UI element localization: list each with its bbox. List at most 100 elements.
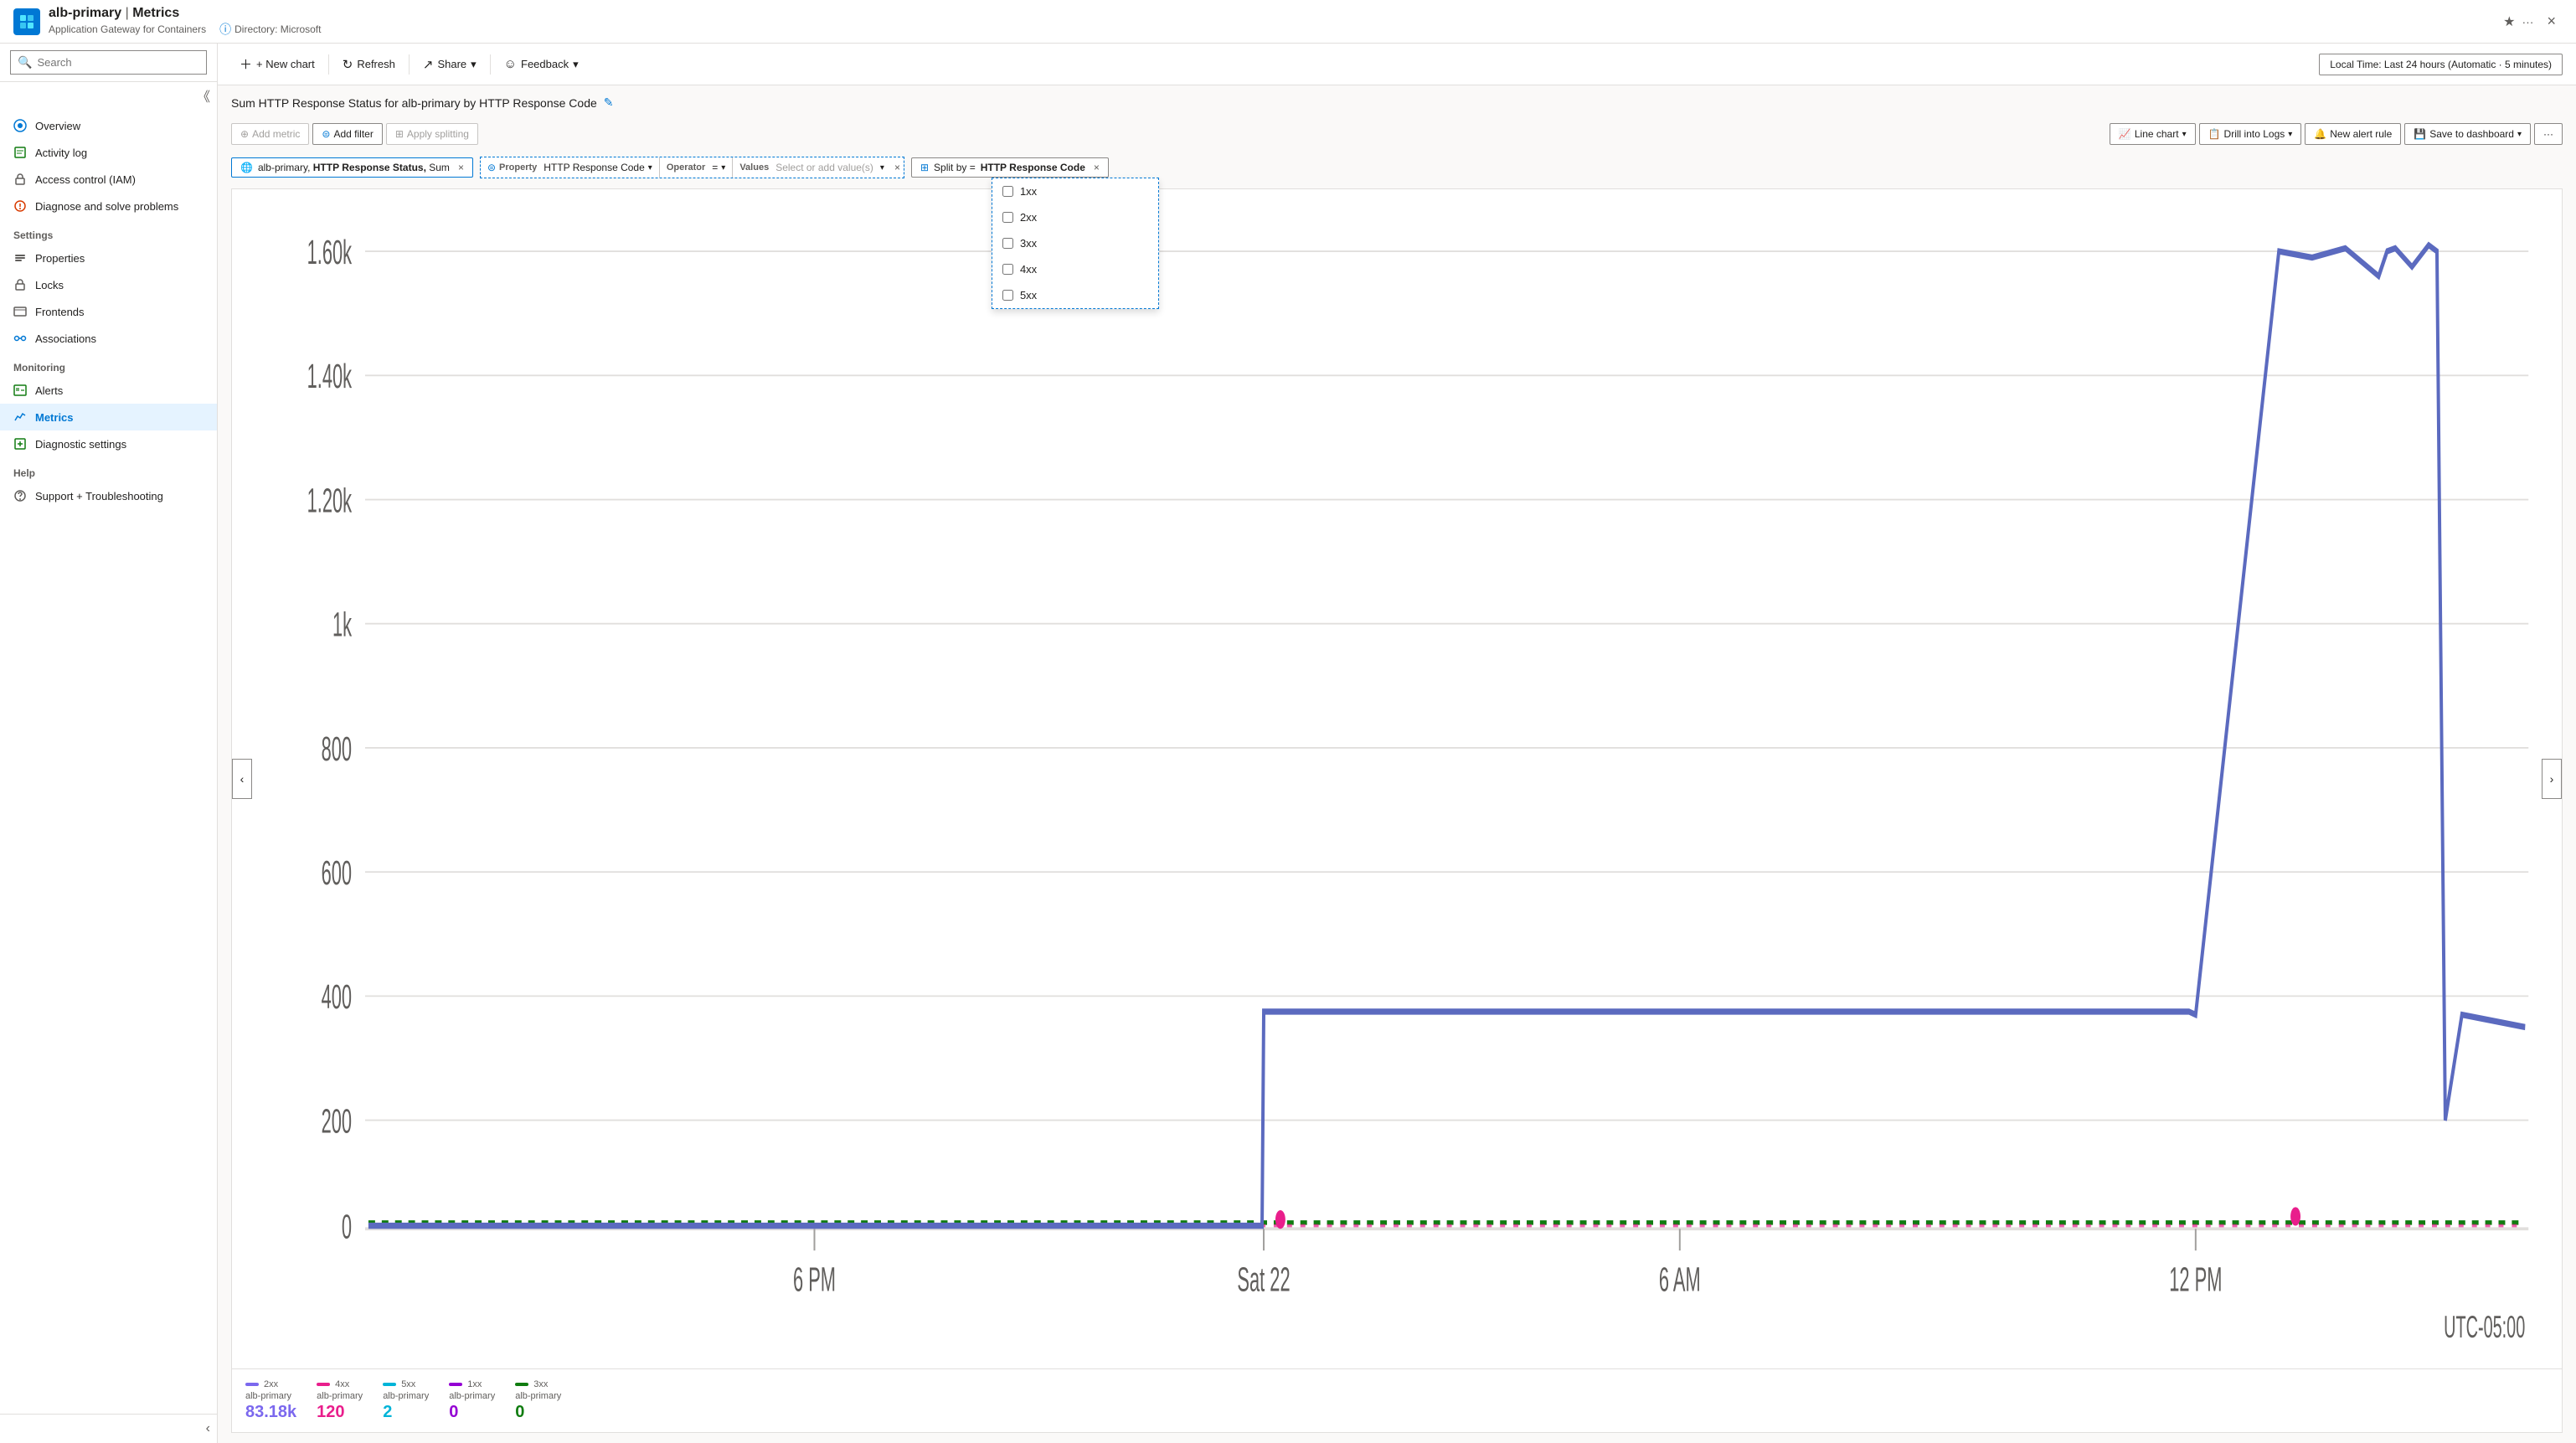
diagnostic-label: Diagnostic settings xyxy=(35,438,126,451)
svg-text:1k: 1k xyxy=(332,605,353,643)
filter-property-selector[interactable]: ⊜ Property HTTP Response Code ▾ xyxy=(481,157,660,178)
filter-values-selector[interactable]: Values Select or add value(s) ▾ xyxy=(733,157,891,178)
checkbox-4xx[interactable] xyxy=(1002,264,1013,275)
svg-text:0: 0 xyxy=(342,1207,352,1245)
sidebar-collapse-arrow[interactable]: ‹ xyxy=(206,1421,210,1436)
sidebar-item-diagnose[interactable]: Diagnose and solve problems xyxy=(0,193,217,219)
alerts-icon xyxy=(13,384,27,397)
alerts-label: Alerts xyxy=(35,384,63,397)
feedback-button[interactable]: ☺ Feedback ▾ xyxy=(496,52,587,76)
sidebar-item-support[interactable]: Support + Troubleshooting xyxy=(0,482,217,509)
chart-title-row: Sum HTTP Response Status for alb-primary… xyxy=(231,95,2563,110)
new-chart-button[interactable]: ＋ + New chart xyxy=(231,50,323,78)
metric-pill[interactable]: 🌐 alb-primary, HTTP Response Status, Sum… xyxy=(231,157,473,178)
values-dropdown: 1xx 2xx 3xx 4xx xyxy=(992,178,1159,309)
chart-wrapper: ‹ 1.60k 1 xyxy=(231,188,2563,1433)
chart-container: Sum HTTP Response Status for alb-primary… xyxy=(218,85,2576,1443)
dropdown-item-1xx[interactable]: 1xx xyxy=(992,178,1158,204)
edit-chart-title-icon[interactable]: ✎ xyxy=(604,95,614,110)
new-alert-rule-button[interactable]: 🔔 New alert rule xyxy=(2305,123,2401,145)
iam-icon xyxy=(13,173,27,186)
dropdown-item-2xx[interactable]: 2xx xyxy=(992,204,1158,230)
close-button[interactable]: × xyxy=(2540,9,2563,33)
title-left: alb-primary | Metrics Application Gatewa… xyxy=(13,6,321,38)
main-content: ＋ + New chart ↻ Refresh ↗ Share ▾ ☺ Feed… xyxy=(218,44,2576,1443)
metric-remove-icon[interactable]: × xyxy=(458,162,464,173)
sidebar-item-properties[interactable]: Properties xyxy=(0,245,217,271)
checkbox-5xx[interactable] xyxy=(1002,290,1013,301)
sidebar-item-iam[interactable]: Access control (IAM) xyxy=(0,166,217,193)
line-chart-icon: 📈 xyxy=(2119,128,2131,140)
legend-dot-5xx xyxy=(383,1383,396,1386)
frontends-label: Frontends xyxy=(35,306,85,318)
collapse-area: 《 xyxy=(0,82,217,109)
share-button[interactable]: ↗ Share ▾ xyxy=(415,52,485,77)
nav-arrow-left[interactable]: ‹ xyxy=(232,759,252,799)
legend-item-3xx: 3xx alb-primary 0 xyxy=(515,1379,561,1422)
split-remove-icon[interactable]: × xyxy=(1094,162,1100,173)
sidebar-item-overview[interactable]: Overview xyxy=(0,112,217,139)
line-chart-chevron: ▾ xyxy=(2182,130,2187,139)
sidebar-search-area: 🔍 xyxy=(0,44,217,82)
split-by-pill[interactable]: ⊞ Split by = HTTP Response Code × xyxy=(911,157,1109,178)
sidebar-item-locks[interactable]: Locks xyxy=(0,271,217,298)
drill-into-logs-button[interactable]: 📋 Drill into Logs ▾ xyxy=(2199,123,2302,145)
more-options-button[interactable]: ··· xyxy=(2534,123,2563,145)
filter-close-icon[interactable]: × xyxy=(891,158,904,177)
filter-row: 🌐 alb-primary, HTTP Response Status, Sum… xyxy=(231,157,2563,178)
filter-box: ⊜ Property HTTP Response Code ▾ Operator… xyxy=(480,157,904,178)
dropdown-item-5xx[interactable]: 5xx xyxy=(992,282,1158,308)
sidebar-item-activity-log[interactable]: Activity log xyxy=(0,139,217,166)
main-toolbar: ＋ + New chart ↻ Refresh ↗ Share ▾ ☺ Feed… xyxy=(218,44,2576,85)
chart-toolbar: ⊕ Add metric ⊜ Add filter ⊞ Apply splitt… xyxy=(231,118,2563,150)
separator-1 xyxy=(328,54,329,75)
svg-text:6 AM: 6 AM xyxy=(1659,1260,1701,1298)
support-icon xyxy=(13,489,27,502)
add-filter-button[interactable]: ⊜ Add filter xyxy=(312,123,382,145)
save-chevron: ▾ xyxy=(2517,130,2522,139)
locks-icon xyxy=(13,278,27,291)
filter-operator-selector[interactable]: Operator = ▾ xyxy=(660,157,734,178)
chart-toolbar-right: 📈 Line chart ▾ 📋 Drill into Logs ▾ 🔔 New… xyxy=(2110,123,2563,145)
checkbox-1xx[interactable] xyxy=(1002,186,1013,197)
add-metric-button[interactable]: ⊕ Add metric xyxy=(231,123,309,145)
frontends-icon xyxy=(13,305,27,318)
fav-icon[interactable]: ★ xyxy=(2503,13,2515,30)
save-to-dashboard-button[interactable]: 💾 Save to dashboard ▾ xyxy=(2404,123,2531,145)
search-box[interactable]: 🔍 xyxy=(10,50,207,75)
operator-chevron: ▾ xyxy=(721,163,725,173)
time-range-button[interactable]: Local Time: Last 24 hours (Automatic · 5… xyxy=(2319,54,2563,75)
info-icon: ⓘ xyxy=(219,21,231,38)
legend-dot-3xx xyxy=(515,1383,528,1386)
monitoring-section-label: Monitoring xyxy=(0,352,217,377)
search-input[interactable] xyxy=(37,56,199,69)
sidebar-item-associations[interactable]: Associations xyxy=(0,325,217,352)
legend-dot-4xx xyxy=(317,1383,330,1386)
directory-label: Directory: Microsoft xyxy=(234,23,321,35)
collapse-button[interactable]: 《 xyxy=(197,85,210,106)
diagnostic-icon xyxy=(13,437,27,451)
line-chart-button[interactable]: 📈 Line chart ▾ xyxy=(2110,123,2196,145)
sidebar-collapse-bottom: ‹ xyxy=(0,1414,217,1443)
dropdown-item-3xx[interactable]: 3xx xyxy=(992,230,1158,256)
refresh-button[interactable]: ↻ Refresh xyxy=(334,52,404,77)
legend-dot-2xx xyxy=(245,1383,259,1386)
drill-icon: 📋 xyxy=(2208,128,2221,140)
overview-icon xyxy=(13,119,27,132)
filter-icon: ⊜ xyxy=(322,128,330,140)
sidebar-item-frontends[interactable]: Frontends xyxy=(0,298,217,325)
share-icon: ↗ xyxy=(423,57,434,72)
checkbox-3xx[interactable] xyxy=(1002,238,1013,249)
title-text: alb-primary | Metrics Application Gatewa… xyxy=(49,6,321,38)
apply-splitting-button[interactable]: ⊞ Apply splitting xyxy=(386,123,478,145)
sidebar-item-alerts[interactable]: Alerts xyxy=(0,377,217,404)
checkbox-2xx[interactable] xyxy=(1002,212,1013,223)
dropdown-item-4xx[interactable]: 4xx xyxy=(992,256,1158,282)
chart-legend: 2xx alb-primary 83.18k 4xx alb-primary 1… xyxy=(232,1368,2562,1432)
svg-text:UTC-05:00: UTC-05:00 xyxy=(2444,1311,2525,1345)
nav-arrow-right[interactable]: › xyxy=(2542,759,2562,799)
sidebar-item-diagnostic[interactable]: Diagnostic settings xyxy=(0,430,217,457)
sidebar-item-metrics[interactable]: Metrics xyxy=(0,404,217,430)
chart-area: ‹ 1.60k 1 xyxy=(232,189,2562,1368)
more-icon[interactable]: ··· xyxy=(2522,15,2533,28)
